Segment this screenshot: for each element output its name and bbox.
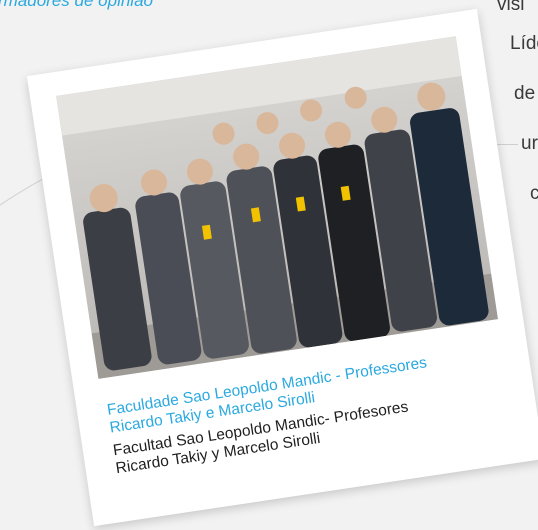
photo-card: Faculdade Sao Leopoldo Mandic - Professo…	[26, 8, 538, 527]
group-photo-illustration	[56, 36, 498, 379]
side-text-5: c	[530, 183, 538, 204]
side-text-1: visi	[497, 0, 525, 15]
top-caption: rmadores de opinião	[0, 0, 153, 10]
side-text-4: ur	[521, 133, 538, 154]
side-text-2: Lído	[510, 33, 538, 54]
group-photo	[56, 36, 498, 379]
side-text-3: de	[514, 83, 536, 104]
